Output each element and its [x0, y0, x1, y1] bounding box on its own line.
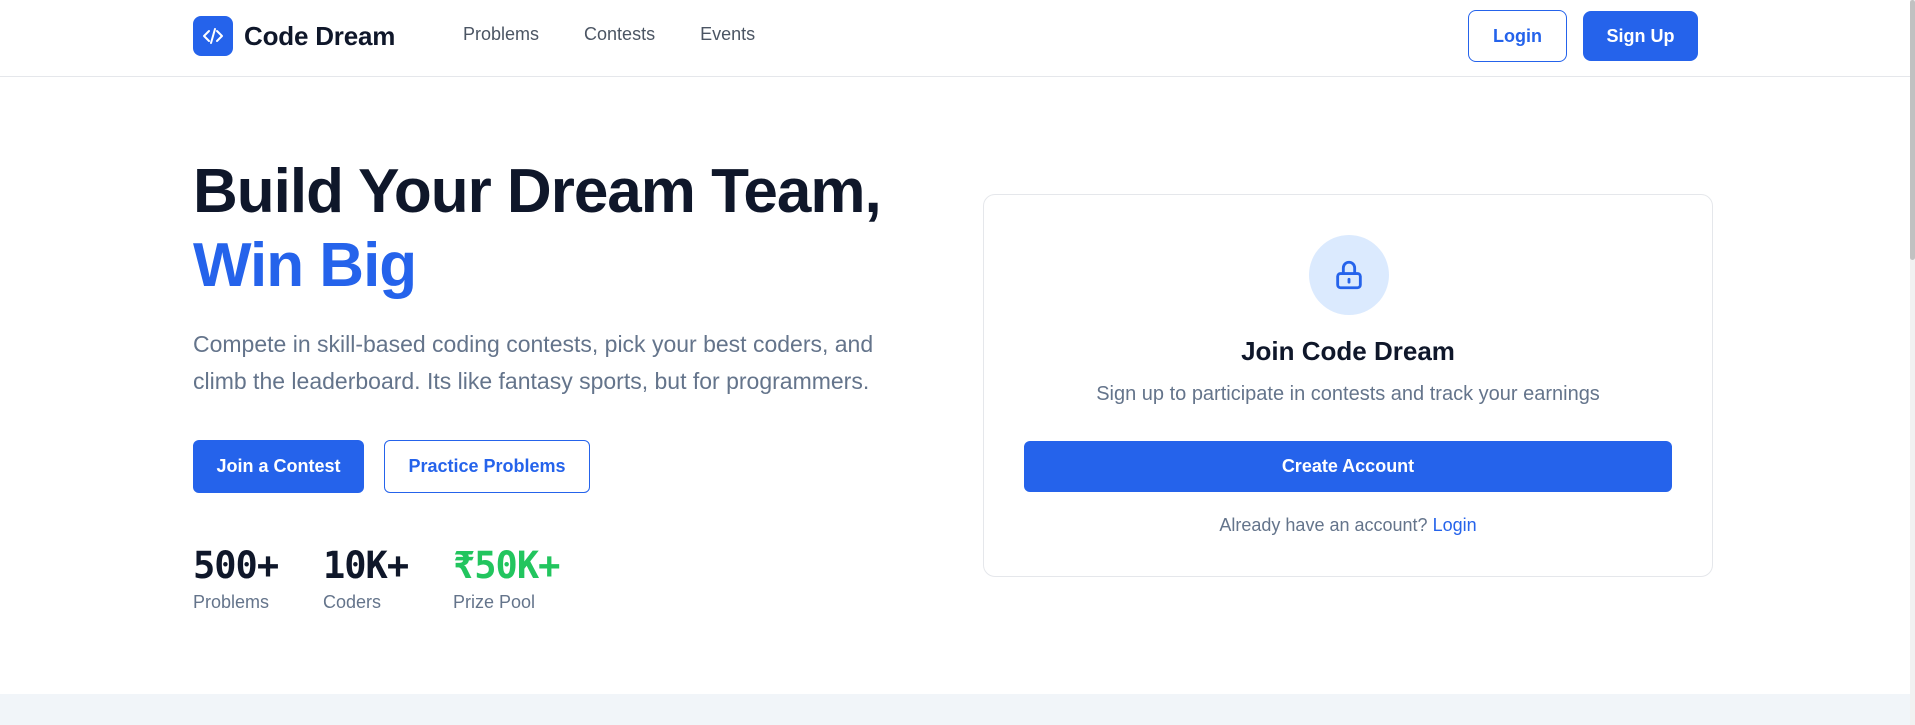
login-button[interactable]: Login: [1468, 10, 1567, 62]
card-footer-text: Already have an account?: [1219, 515, 1428, 535]
signup-button[interactable]: Sign Up: [1583, 11, 1698, 61]
stat-problems: 500+ Problems: [193, 542, 279, 613]
signup-card: Join Code Dream Sign up to participate i…: [983, 194, 1713, 577]
lock-icon: [1309, 235, 1389, 315]
join-contest-button[interactable]: Join a Contest: [193, 440, 364, 493]
next-section-band: [0, 694, 1910, 725]
brand[interactable]: Code Dream: [193, 16, 395, 56]
hero-description: Compete in skill-based coding contests, …: [193, 331, 874, 394]
stat-label: Prize Pool: [453, 592, 536, 612]
code-icon: [193, 16, 233, 56]
stat-label: Coders: [323, 592, 382, 612]
stat-value: ₹50K+: [453, 544, 560, 587]
stat-label: Problems: [193, 592, 270, 612]
card-title: Join Code Dream: [1241, 336, 1455, 366]
nav-link-problems[interactable]: Problems: [463, 24, 539, 45]
stat-prize-pool: ₹50K+ Prize Pool: [453, 542, 560, 613]
nav-links: Problems Contests Events: [463, 24, 755, 45]
stat-value: 500+: [193, 544, 279, 587]
brand-name: Code Dream: [244, 20, 396, 51]
nav-link-events[interactable]: Events: [700, 24, 755, 45]
nav-link-contests[interactable]: Contests: [584, 24, 655, 45]
hero-title-accent: Win Big: [193, 231, 417, 300]
create-account-button[interactable]: Create Account: [1024, 441, 1672, 492]
stat-value: 10K+: [323, 544, 409, 587]
stat-coders: 10K+ Coders: [323, 542, 409, 613]
top-navbar: Code Dream Problems Contests Events Logi…: [0, 0, 1910, 77]
card-login-link[interactable]: Login: [1433, 515, 1477, 535]
practice-problems-button[interactable]: Practice Problems: [384, 440, 590, 493]
hero-title: Build Your Dream Team, Win Big: [193, 155, 882, 303]
card-footer: Already have an account? Login: [984, 515, 1712, 536]
scrollbar-thumb[interactable]: [1910, 0, 1915, 260]
card-subtitle: Sign up to participate in contests and t…: [1096, 383, 1600, 405]
hero-title-line1: Build Your Dream Team,: [193, 157, 882, 226]
